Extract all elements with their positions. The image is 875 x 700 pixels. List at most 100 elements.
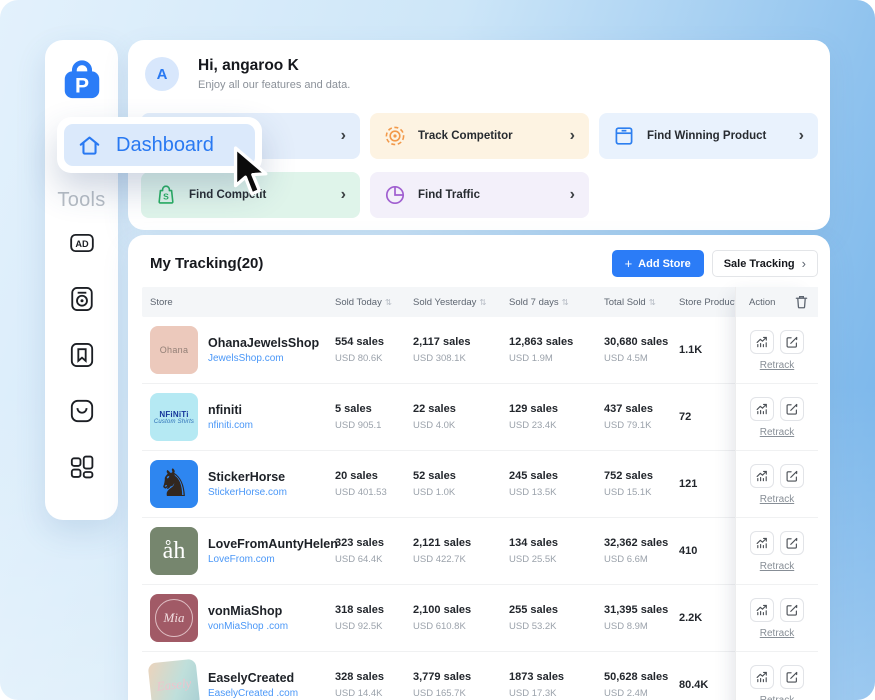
sidebar-item-store[interactable] (67, 396, 97, 426)
feature-card-label: Track Competitor (418, 130, 513, 142)
store-name: vonMiaShop (208, 604, 288, 618)
edit-icon (785, 469, 799, 483)
action-column: Action (735, 287, 818, 700)
sidebar-item-bookmarks[interactable] (67, 340, 97, 370)
tools-section-label: Tools (57, 189, 105, 212)
action-cell: Retrack (736, 518, 818, 585)
product-box-icon (613, 125, 635, 147)
action-cell: Retrack (736, 384, 818, 451)
column-header-sold-7days[interactable]: Sold 7 days⇅ (509, 297, 604, 308)
edit-icon (785, 335, 799, 349)
edit-icon (785, 402, 799, 416)
analytics-button[interactable] (750, 665, 774, 689)
total-sold-cell: 31,395 sales USD 8.9M (604, 604, 679, 632)
user-row: A Hi, angaroo K Enjoy all our features a… (145, 57, 350, 91)
analytics-button[interactable] (750, 598, 774, 622)
analytics-button[interactable] (750, 464, 774, 488)
home-icon (77, 133, 102, 158)
svg-text:P: P (74, 74, 88, 97)
sold-7days-cell: 12,863 sales USD 1.9M (509, 336, 604, 364)
sold-yesterday-cell: 22 sales USD 4.0K (413, 403, 509, 431)
store-domain-link[interactable]: LoveFrom.com (208, 554, 338, 565)
analytics-button[interactable] (750, 531, 774, 555)
table-row[interactable]: Mia vonMiaShop vonMiaShop .com 318 sales… (142, 585, 818, 652)
analytics-button[interactable] (750, 330, 774, 354)
feature-card-find-traffic[interactable]: Find Traffic › (370, 172, 589, 218)
sold-7days-cell: 245 sales USD 13.5K (509, 470, 604, 498)
store-avatar: ♞ (150, 460, 198, 508)
sidebar-item-apps[interactable] (67, 452, 97, 482)
add-store-label: Add Store (638, 258, 691, 270)
sold-yesterday-cell: 2,121 sales USD 422.7K (413, 537, 509, 565)
edit-button[interactable] (780, 397, 804, 421)
table-row[interactable]: Ohana OhanaJewelsShop JewelsShop.com 554… (142, 317, 818, 384)
add-store-button[interactable]: + Add Store (612, 250, 704, 277)
sold-today-cell: 5 sales USD 905.1 (335, 403, 413, 431)
sold-yesterday-cell: 2,117 sales USD 308.1K (413, 336, 509, 364)
sort-icon: ⇅ (479, 297, 486, 308)
store-domain-link[interactable]: vonMiaShop .com (208, 621, 288, 632)
sold-7days-cell: 1873 sales USD 17.3K (509, 671, 604, 699)
store-domain-link[interactable]: StickerHorse.com (208, 487, 287, 498)
column-header-store: Store (142, 297, 335, 308)
svg-text:AD: AD (75, 239, 89, 249)
edit-button[interactable] (780, 665, 804, 689)
sold-today-cell: 323 sales USD 64.4K (335, 537, 413, 565)
action-cell: Retrack (736, 585, 818, 652)
retrack-link[interactable]: Retrack (760, 695, 794, 700)
edit-button[interactable] (780, 531, 804, 555)
tracking-table: Store Sold Today⇅ Sold Yesterday⇅ Sold 7… (142, 287, 818, 700)
retrack-link[interactable]: Retrack (760, 427, 794, 438)
feature-card-track-competitor[interactable]: Track Competitor › (370, 113, 589, 159)
total-sold-cell: 437 sales USD 79.1K (604, 403, 679, 431)
sold-today-cell: 554 sales USD 80.6K (335, 336, 413, 364)
sold-7days-cell: 134 sales USD 25.5K (509, 537, 604, 565)
analytics-chart-icon (755, 603, 769, 617)
store-domain-link[interactable]: EaselyCreated .com (208, 688, 298, 699)
delete-all-button[interactable] (795, 295, 808, 309)
store-domain-link[interactable]: JewelsShop.com (208, 353, 319, 364)
app-logo[interactable]: P (59, 56, 105, 107)
store-avatar: Ohana (150, 326, 198, 374)
plus-icon: + (625, 256, 633, 271)
sold-yesterday-cell: 3,779 sales USD 165.7K (413, 671, 509, 699)
edit-button[interactable] (780, 464, 804, 488)
sidebar-item-tracker[interactable] (67, 284, 97, 314)
table-row[interactable]: ♞ StickerHorse StickerHorse.com 20 sales… (142, 451, 818, 518)
shopping-bag-logo-icon: P (59, 56, 105, 102)
sold-7days-cell: 255 sales USD 53.2K (509, 604, 604, 632)
edit-button[interactable] (780, 598, 804, 622)
sort-icon: ⇅ (649, 297, 656, 308)
edit-button[interactable] (780, 330, 804, 354)
column-header-sold-today[interactable]: Sold Today⇅ (335, 297, 413, 308)
page-title: Hi, angaroo K (198, 57, 350, 75)
analytics-chart-icon (755, 670, 769, 684)
analytics-chart-icon (755, 536, 769, 550)
table-row[interactable]: Easely EaselyCreated EaselyCreated .com … (142, 652, 818, 700)
store-avatar: åh (150, 527, 198, 575)
dashboard-menu-item[interactable]: Dashboard (64, 124, 255, 166)
retrack-link[interactable]: Retrack (760, 494, 794, 505)
column-header-sold-yesterday[interactable]: Sold Yesterday⇅ (413, 297, 509, 308)
edit-icon (785, 603, 799, 617)
table-row[interactable]: åh LoveFromAuntyHelen LoveFrom.com 323 s… (142, 518, 818, 585)
retrack-link[interactable]: Retrack (760, 628, 794, 639)
retrack-link[interactable]: Retrack (760, 360, 794, 371)
analytics-button[interactable] (750, 397, 774, 421)
chevron-right-icon: › (341, 187, 346, 203)
shop-bag-dollar-icon: S (155, 184, 177, 206)
retrack-link[interactable]: Retrack (760, 561, 794, 572)
sidebar-item-ads[interactable]: AD (67, 228, 97, 258)
table-row[interactable]: NFiNiTi Custom Shirts nfiniti nfiniti.co… (142, 384, 818, 451)
action-cell: Retrack (736, 652, 818, 700)
sold-yesterday-cell: 52 sales USD 1.0K (413, 470, 509, 498)
chevron-right-icon: › (570, 128, 575, 144)
store-domain-link[interactable]: nfiniti.com (208, 420, 253, 431)
sale-tracking-label: Sale Tracking (724, 258, 795, 270)
feature-card-find-winning-product[interactable]: Find Winning Product › (599, 113, 818, 159)
feature-card-find-competitor[interactable]: S Find Competit › (141, 172, 360, 218)
sale-tracking-button[interactable]: Sale Tracking › (712, 250, 818, 277)
feature-card-label: Find Competit (189, 189, 266, 201)
sold-today-cell: 328 sales USD 14.4K (335, 671, 413, 699)
column-header-total-sold[interactable]: Total Sold⇅ (604, 297, 679, 308)
